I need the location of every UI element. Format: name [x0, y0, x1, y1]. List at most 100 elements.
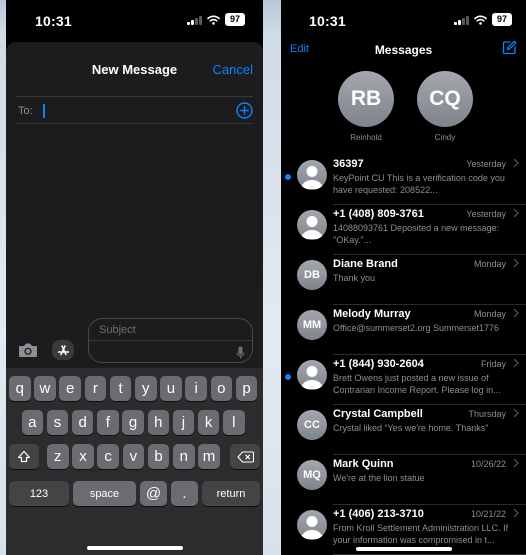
- key-r[interactable]: r: [84, 376, 107, 401]
- wifi-icon: [207, 15, 220, 25]
- unread-indicator: [285, 174, 291, 180]
- pinned-contact-cindy[interactable]: CQ Cindy: [415, 71, 475, 142]
- conversation-timestamp: Friday: [480, 359, 506, 369]
- conversation-row[interactable]: MQ Mark Quinn 10/26/22 We're at the lion st…: [281, 455, 526, 505]
- conversation-timestamp: Yesterday: [466, 159, 506, 169]
- avatar: DB: [297, 260, 327, 290]
- home-indicator[interactable]: [86, 546, 183, 550]
- compose-icon[interactable]: [502, 40, 517, 55]
- person-silhouette-icon: [301, 366, 323, 389]
- conversation-row[interactable]: +1 (408) 809-3761 Yesterday 14088093761 De…: [281, 205, 526, 255]
- key-e[interactable]: e: [59, 376, 81, 401]
- camera-icon[interactable]: [18, 342, 38, 358]
- key-k[interactable]: k: [197, 410, 220, 435]
- unread-indicator: [285, 374, 291, 380]
- to-label: To:: [18, 105, 33, 117]
- conversation-preview: Crystal liked “Yes we're home. Thanks”: [333, 423, 489, 433]
- key-a[interactable]: a: [21, 410, 43, 435]
- app-store-icon: [57, 345, 69, 356]
- numbers-key[interactable]: 123: [9, 481, 69, 506]
- conversation-name: 36397: [333, 158, 364, 170]
- avatar: [297, 210, 327, 240]
- conversation-preview: Thank you: [333, 273, 376, 283]
- key-c[interactable]: c: [97, 444, 119, 469]
- key-g[interactable]: g: [122, 410, 144, 435]
- key-j[interactable]: j: [172, 410, 195, 435]
- conversation-timestamp: Yesterday: [466, 209, 506, 219]
- conversation-row[interactable]: 36397 Yesterday KeyPoint CU This is a veri…: [281, 155, 526, 205]
- key-h[interactable]: h: [147, 410, 169, 435]
- key-m[interactable]: m: [198, 444, 220, 469]
- dictation-mic-icon[interactable]: [236, 346, 245, 359]
- key-x[interactable]: x: [72, 444, 94, 469]
- conversation-preview: KeyPoint CU This is a verification code …: [333, 173, 505, 195]
- battery-icon: 97: [225, 13, 245, 26]
- delete-key[interactable]: [230, 444, 260, 469]
- shift-key[interactable]: [9, 444, 39, 469]
- space-key[interactable]: space: [73, 481, 136, 506]
- return-key[interactable]: return: [202, 481, 260, 506]
- key-d[interactable]: d: [71, 410, 94, 435]
- messages-list-screen: 10:31 97 Edit Messages RB Reinhold CQ Ci…: [281, 0, 526, 555]
- app-store-button[interactable]: [52, 340, 74, 360]
- key-w[interactable]: w: [34, 376, 56, 401]
- chevron-right-icon: [513, 508, 519, 518]
- key-v[interactable]: v: [122, 444, 145, 469]
- text-cursor: [43, 104, 45, 118]
- conversation-name: +1 (408) 809-3761: [333, 208, 424, 220]
- conversation-row[interactable]: CC Crystal Campbell Thursday Crystal liked …: [281, 405, 526, 455]
- status-icons: 97: [187, 13, 245, 26]
- period-key[interactable]: .: [171, 481, 198, 506]
- avatar: CQ: [417, 71, 473, 127]
- avatar: [297, 510, 327, 540]
- status-time: 10:31: [309, 13, 346, 29]
- conversation-row[interactable]: MM Melody Murray Monday Office@summerset2.o…: [281, 305, 526, 355]
- key-b[interactable]: b: [147, 444, 170, 469]
- key-l[interactable]: l: [223, 410, 245, 435]
- avatar: MQ: [297, 460, 327, 490]
- cellular-signal-icon: [454, 15, 469, 25]
- recipient-field[interactable]: To:: [16, 96, 253, 124]
- at-key[interactable]: @: [140, 481, 167, 506]
- status-bar: 10:31 97: [281, 0, 526, 40]
- conversation-name: Diane Brand: [333, 258, 398, 270]
- page-title: Messages: [374, 43, 433, 57]
- chevron-right-icon: [513, 258, 519, 268]
- key-y[interactable]: y: [135, 376, 157, 401]
- key-p[interactable]: p: [235, 376, 258, 401]
- subject-placeholder[interactable]: Subject: [99, 324, 136, 336]
- key-t[interactable]: t: [109, 376, 132, 401]
- chevron-right-icon: [513, 208, 519, 218]
- avatar: MM: [297, 310, 327, 340]
- conversation-name: +1 (844) 930-2604: [333, 358, 424, 370]
- add-contact-icon[interactable]: [236, 102, 253, 119]
- cancel-button[interactable]: Cancel: [213, 62, 253, 77]
- key-f[interactable]: f: [97, 410, 119, 435]
- conversation-name: Mark Quinn: [333, 458, 394, 470]
- key-s[interactable]: s: [46, 410, 69, 435]
- message-field[interactable]: Subject: [88, 318, 253, 363]
- key-z[interactable]: z: [47, 444, 69, 469]
- conversation-row[interactable]: +1 (844) 930-2604 Friday Brett Owens just …: [281, 355, 526, 405]
- status-time: 10:31: [35, 13, 72, 29]
- conversation-preview: Office@summerset2.org Summerset1776: [333, 323, 500, 333]
- person-silhouette-icon: [301, 166, 323, 189]
- conversation-timestamp: 10/21/22: [470, 509, 506, 519]
- shift-icon: [17, 450, 31, 463]
- compose-bar: Subject: [6, 318, 263, 366]
- avatar: [297, 160, 327, 190]
- key-u[interactable]: u: [160, 376, 182, 401]
- key-q[interactable]: q: [9, 376, 31, 401]
- key-o[interactable]: o: [210, 376, 233, 401]
- home-indicator[interactable]: [355, 547, 452, 551]
- pinned-contact-reinhold[interactable]: RB Reinhold: [336, 71, 396, 142]
- conversation-row[interactable]: DB Diane Brand Monday Thank you: [281, 255, 526, 305]
- conversation-timestamp: Monday: [473, 309, 506, 319]
- key-i[interactable]: i: [185, 376, 207, 401]
- compose-sheet: New Message Cancel To: Subject qwertyuio…: [6, 42, 263, 555]
- conversation-preview: We're at the lion statue: [333, 473, 425, 483]
- backspace-icon: [236, 450, 254, 463]
- keyboard: qwertyuiop asdfghjkl zxcvbnm 123 space @…: [6, 368, 263, 555]
- pinned-contact-name: Reinhold: [350, 133, 382, 142]
- key-n[interactable]: n: [173, 444, 195, 469]
